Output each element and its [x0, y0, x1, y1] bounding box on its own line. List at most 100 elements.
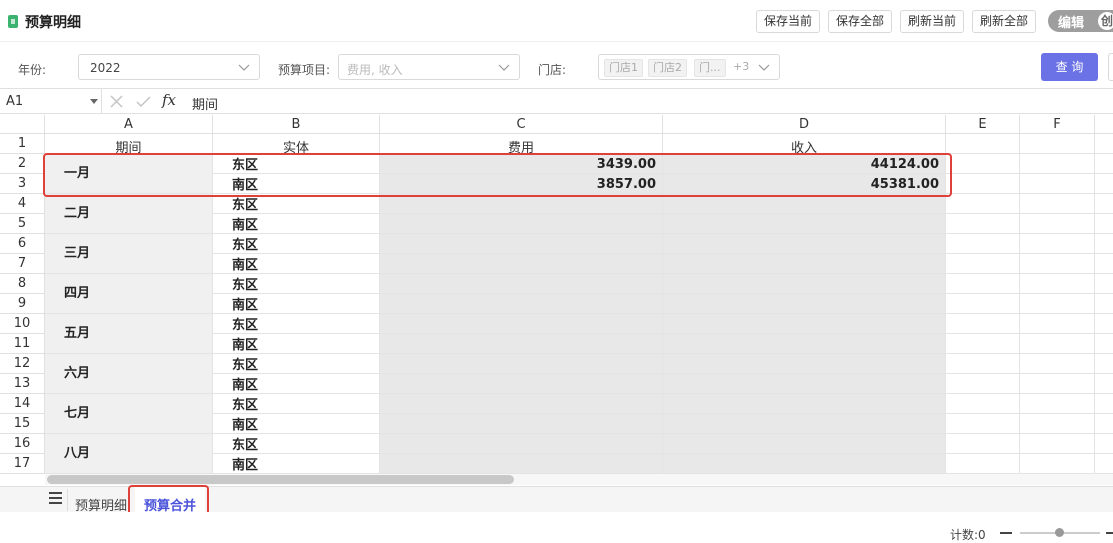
entity-cell[interactable]: 南区: [213, 294, 380, 314]
empty-cell[interactable]: [1095, 134, 1113, 154]
row-header[interactable]: 9: [0, 294, 45, 314]
column-header[interactable]: A: [45, 115, 213, 134]
header-cell[interactable]: 费用: [380, 134, 663, 154]
income-cell[interactable]: [663, 254, 946, 274]
entity-cell[interactable]: 东区: [213, 234, 380, 254]
month-cell[interactable]: 七月: [45, 394, 213, 434]
empty-cell[interactable]: [1095, 274, 1113, 294]
column-header[interactable]: E: [946, 115, 1020, 134]
row-header[interactable]: 17: [0, 454, 45, 474]
row-header[interactable]: 7: [0, 254, 45, 274]
income-cell[interactable]: [663, 354, 946, 374]
column-header[interactable]: C: [380, 115, 663, 134]
empty-cell[interactable]: [1020, 174, 1095, 194]
empty-cell[interactable]: [1095, 414, 1113, 434]
entity-cell[interactable]: 东区: [213, 394, 380, 414]
row-header[interactable]: 15: [0, 414, 45, 434]
column-header[interactable]: B: [213, 115, 380, 134]
expense-cell[interactable]: [380, 354, 663, 374]
empty-cell[interactable]: [1095, 354, 1113, 374]
empty-cell[interactable]: [1095, 174, 1113, 194]
entity-cell[interactable]: 南区: [213, 414, 380, 434]
row-header[interactable]: 8: [0, 274, 45, 294]
income-cell[interactable]: [663, 274, 946, 294]
expense-cell[interactable]: [380, 414, 663, 434]
row-header[interactable]: 6: [0, 234, 45, 254]
empty-cell[interactable]: [1095, 434, 1113, 454]
expense-cell[interactable]: [380, 434, 663, 454]
empty-cell[interactable]: [1095, 394, 1113, 414]
empty-cell[interactable]: [946, 374, 1020, 394]
hamburger-menu-icon[interactable]: [49, 492, 62, 504]
empty-cell[interactable]: [1020, 234, 1095, 254]
empty-cell[interactable]: [1020, 254, 1095, 274]
row-header[interactable]: 13: [0, 374, 45, 394]
extra-button[interactable]: [1108, 53, 1113, 81]
empty-cell[interactable]: [946, 234, 1020, 254]
empty-cell[interactable]: [1020, 334, 1095, 354]
entity-cell[interactable]: 南区: [213, 374, 380, 394]
income-cell[interactable]: [663, 234, 946, 254]
income-cell[interactable]: [663, 194, 946, 214]
empty-cell[interactable]: [1020, 154, 1095, 174]
month-cell[interactable]: 五月: [45, 314, 213, 354]
entity-cell[interactable]: 东区: [213, 274, 380, 294]
income-cell[interactable]: [663, 394, 946, 414]
empty-cell[interactable]: [1095, 294, 1113, 314]
month-cell[interactable]: 四月: [45, 274, 213, 314]
empty-cell[interactable]: [946, 454, 1020, 474]
empty-cell[interactable]: [946, 394, 1020, 414]
empty-cell[interactable]: [946, 294, 1020, 314]
empty-cell[interactable]: [946, 154, 1020, 174]
empty-cell[interactable]: [1095, 254, 1113, 274]
empty-cell[interactable]: [1095, 214, 1113, 234]
income-cell[interactable]: [663, 214, 946, 234]
expense-cell[interactable]: [380, 334, 663, 354]
income-cell[interactable]: [663, 334, 946, 354]
select-all-corner[interactable]: [0, 115, 45, 134]
empty-cell[interactable]: [946, 314, 1020, 334]
row-header[interactable]: 16: [0, 434, 45, 454]
income-cell[interactable]: [663, 414, 946, 434]
expense-cell[interactable]: [380, 274, 663, 294]
empty-cell[interactable]: [1020, 394, 1095, 414]
empty-cell[interactable]: [946, 434, 1020, 454]
refresh-current-button[interactable]: 刷新当前: [900, 10, 965, 33]
entity-cell[interactable]: 南区: [213, 454, 380, 474]
row-header[interactable]: 10: [0, 314, 45, 334]
zoom-out-icon[interactable]: [1000, 532, 1012, 534]
expense-cell[interactable]: [380, 254, 663, 274]
empty-cell[interactable]: [1095, 334, 1113, 354]
row-header[interactable]: 12: [0, 354, 45, 374]
store-select[interactable]: 门店1 门店2 门... +3: [598, 54, 780, 80]
empty-cell[interactable]: [1020, 374, 1095, 394]
empty-cell[interactable]: [1020, 454, 1095, 474]
column-header[interactable]: [1095, 115, 1113, 134]
empty-cell[interactable]: [946, 174, 1020, 194]
empty-cell[interactable]: [946, 214, 1020, 234]
month-cell[interactable]: 二月: [45, 194, 213, 234]
row-header[interactable]: 2: [0, 154, 45, 174]
horizontal-scrollbar[interactable]: [47, 475, 514, 484]
query-button[interactable]: 查 询: [1041, 53, 1098, 81]
expense-cell[interactable]: [380, 454, 663, 474]
entity-cell[interactable]: 东区: [213, 194, 380, 214]
cell-reference-dropdown-icon[interactable]: [90, 99, 98, 104]
entity-cell[interactable]: 东区: [213, 434, 380, 454]
row-header[interactable]: 14: [0, 394, 45, 414]
row-header[interactable]: 11: [0, 334, 45, 354]
save-current-button[interactable]: 保存当前: [756, 10, 821, 33]
row-header[interactable]: 3: [0, 174, 45, 194]
empty-cell[interactable]: [946, 334, 1020, 354]
column-header[interactable]: F: [1020, 115, 1095, 134]
empty-cell[interactable]: [1095, 154, 1113, 174]
entity-cell[interactable]: 东区: [213, 354, 380, 374]
expense-cell[interactable]: [380, 374, 663, 394]
zoom-in-icon[interactable]: [1106, 532, 1113, 534]
empty-cell[interactable]: [1095, 314, 1113, 334]
empty-cell[interactable]: [946, 414, 1020, 434]
header-cell[interactable]: 期间: [45, 134, 213, 154]
empty-cell[interactable]: [946, 134, 1020, 154]
empty-cell[interactable]: [1095, 194, 1113, 214]
empty-cell[interactable]: [1020, 314, 1095, 334]
